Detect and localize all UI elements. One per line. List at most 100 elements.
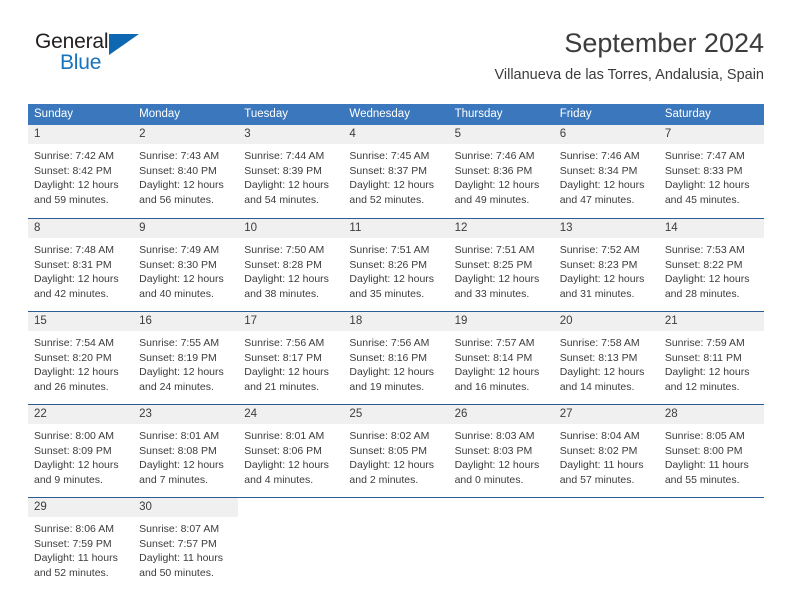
day-info: Sunrise: 7:46 AM Sunset: 8:34 PM Daylight:…: [554, 144, 659, 207]
day-cell[interactable]: 14 Sunrise: 7:53 AM Sunset: 8:22 PM Dayligh…: [658, 219, 764, 304]
day-info-line: Daylight: 12 hours: [664, 366, 750, 378]
day-info-line: Daylight: 12 hours: [349, 459, 435, 471]
day-info-line: Sunrise: 8:02 AM: [349, 430, 430, 442]
weekday-header-saturday: Saturday: [664, 108, 711, 120]
day-info: Sunrise: 7:50 AM Sunset: 8:28 PM Daylight:…: [238, 238, 343, 301]
day-number: 21: [664, 315, 678, 327]
day-cell[interactable]: 6 Sunrise: 7:46 AM Sunset: 8:34 PM Daylight…: [553, 125, 659, 211]
day-cell[interactable]: 11 Sunrise: 7:51 AM Sunset: 8:26 PM Dayligh…: [343, 219, 449, 304]
day-number-band: [449, 498, 554, 517]
day-number: 30: [139, 501, 152, 513]
general-blue-logo[interactable]: General Blue: [35, 30, 155, 80]
day-info-line: Sunrise: 7:56 AM: [349, 337, 430, 349]
day-number-band: [554, 498, 659, 517]
day-info-line: Daylight: 12 hours: [454, 459, 540, 471]
day-cell[interactable]: 29 Sunrise: 8:06 AM Sunset: 7:59 PM Dayligh…: [28, 498, 134, 583]
day-cell[interactable]: 13 Sunrise: 7:52 AM Sunset: 8:23 PM Dayligh…: [553, 219, 659, 304]
day-info-line: and 52 minutes.: [349, 193, 425, 206]
day-number: 10: [244, 222, 258, 234]
day-info-line: Sunrise: 8:04 AM: [559, 430, 640, 442]
day-cell[interactable]: 3 Sunrise: 7:44 AM Sunset: 8:39 PM Daylight…: [238, 125, 344, 211]
day-info-line: Daylight: 12 hours: [139, 179, 224, 191]
day-number: 17: [244, 315, 258, 327]
day-info: [238, 517, 343, 522]
day-info: [449, 517, 554, 522]
day-number-band: 22: [28, 405, 134, 424]
day-info-line: Daylight: 12 hours: [244, 459, 329, 471]
day-cell[interactable]: 18 Sunrise: 7:56 AM Sunset: 8:16 PM Dayligh…: [343, 312, 449, 397]
day-info-line: Sunset: 8:28 PM: [244, 258, 322, 271]
day-number-band: 13: [553, 219, 659, 238]
day-cell[interactable]: 30 Sunrise: 8:07 AM Sunset: 7:57 PM Dayligh…: [133, 498, 239, 583]
day-cell[interactable]: 19 Sunrise: 7:57 AM Sunset: 8:14 PM Dayligh…: [448, 312, 554, 397]
day-info: Sunrise: 7:51 AM Sunset: 8:25 PM Daylight:…: [449, 238, 554, 301]
day-number-band: 18: [343, 312, 449, 331]
day-info-line: Daylight: 12 hours: [34, 273, 119, 285]
day-cell[interactable]: 1 Sunrise: 7:42 AM Sunset: 8:42 PM Daylight…: [28, 125, 134, 211]
day-number-band: 21: [658, 312, 764, 331]
day-info-line: Sunset: 8:19 PM: [139, 351, 217, 364]
day-number-band: 7: [658, 125, 764, 144]
day-number: 11: [349, 222, 362, 234]
calendar-weeks: 1 Sunrise: 7:42 AM Sunset: 8:42 PM Daylight…: [28, 125, 764, 583]
day-info-line: Sunset: 8:42 PM: [34, 164, 112, 177]
day-number-band: 3: [238, 125, 344, 144]
day-info: [554, 517, 659, 522]
day-cell[interactable]: 8 Sunrise: 7:48 AM Sunset: 8:31 PM Daylight…: [28, 219, 134, 304]
day-cell[interactable]: 10 Sunrise: 7:50 AM Sunset: 8:28 PM Dayligh…: [238, 219, 344, 304]
day-cell[interactable]: 28 Sunrise: 8:05 AM Sunset: 8:00 PM Dayligh…: [658, 405, 764, 490]
day-info-line: Daylight: 12 hours: [139, 459, 224, 471]
day-number-band: 9: [133, 219, 239, 238]
day-number: 19: [454, 315, 468, 327]
day-number: 16: [139, 315, 152, 327]
day-info-line: Sunset: 8:23 PM: [559, 258, 638, 271]
day-cell[interactable]: 23 Sunrise: 8:01 AM Sunset: 8:08 PM Dayligh…: [133, 405, 239, 490]
day-info-line: and 50 minutes.: [139, 566, 214, 579]
day-info-line: Daylight: 12 hours: [139, 366, 224, 378]
day-info-line: Sunrise: 7:49 AM: [139, 244, 220, 256]
day-info-line: Sunset: 8:31 PM: [34, 258, 112, 271]
day-cell[interactable]: 20 Sunrise: 7:58 AM Sunset: 8:13 PM Dayligh…: [553, 312, 659, 397]
page-subtitle-location: Villanueva de las Torres, Andalusia, Spa…: [494, 67, 764, 83]
day-cell[interactable]: 15 Sunrise: 7:54 AM Sunset: 8:20 PM Dayligh…: [28, 312, 134, 397]
day-cell[interactable]: 25 Sunrise: 8:02 AM Sunset: 8:05 PM Dayligh…: [343, 405, 449, 490]
day-cell-empty: [659, 498, 764, 583]
calendar-grid: Sunday Monday Tuesday Wednesday Thursday Frid…: [28, 104, 764, 583]
day-number-band: 6: [553, 125, 659, 144]
day-cell[interactable]: 5 Sunrise: 7:46 AM Sunset: 8:36 PM Daylight…: [448, 125, 554, 211]
day-number-band: 11: [343, 219, 449, 238]
day-cell[interactable]: 21 Sunrise: 7:59 AM Sunset: 8:11 PM Dayligh…: [658, 312, 764, 397]
day-info-line: and 35 minutes.: [349, 287, 425, 300]
day-info: Sunrise: 8:07 AM Sunset: 7:57 PM Daylight:…: [133, 517, 238, 580]
day-cell[interactable]: 7 Sunrise: 7:47 AM Sunset: 8:33 PM Daylight…: [658, 125, 764, 211]
day-cell[interactable]: 9 Sunrise: 7:49 AM Sunset: 8:30 PM Daylight…: [133, 219, 239, 304]
day-number: 18: [349, 315, 363, 327]
day-cell[interactable]: 16 Sunrise: 7:55 AM Sunset: 8:19 PM Dayligh…: [133, 312, 239, 397]
day-info-line: Sunrise: 8:01 AM: [244, 430, 325, 442]
day-number: 14: [664, 222, 678, 234]
day-info: Sunrise: 7:56 AM Sunset: 8:16 PM Daylight:…: [343, 331, 448, 394]
day-cell[interactable]: 22 Sunrise: 8:00 AM Sunset: 8:09 PM Dayligh…: [28, 405, 134, 490]
day-info-line: Daylight: 12 hours: [349, 366, 435, 378]
day-cell[interactable]: 4 Sunrise: 7:45 AM Sunset: 8:37 PM Daylight…: [343, 125, 449, 211]
day-info-line: Sunrise: 7:55 AM: [139, 337, 220, 349]
day-number-band: [238, 498, 343, 517]
day-number-band: 19: [448, 312, 554, 331]
day-number-band: 2: [133, 125, 239, 144]
day-number: 26: [454, 408, 468, 420]
day-info-line: Sunset: 8:30 PM: [139, 258, 217, 271]
day-cell[interactable]: 27 Sunrise: 8:04 AM Sunset: 8:02 PM Dayligh…: [553, 405, 659, 490]
day-cell[interactable]: 24 Sunrise: 8:01 AM Sunset: 8:06 PM Dayligh…: [238, 405, 344, 490]
weekday-header-sunday: Sunday: [34, 108, 74, 120]
day-info: Sunrise: 8:03 AM Sunset: 8:03 PM Daylight:…: [449, 424, 554, 487]
day-info-line: and 31 minutes.: [559, 287, 635, 300]
day-cell[interactable]: 26 Sunrise: 8:03 AM Sunset: 8:03 PM Dayligh…: [448, 405, 554, 490]
day-cell[interactable]: 2 Sunrise: 7:43 AM Sunset: 8:40 PM Daylight…: [133, 125, 239, 211]
day-cell[interactable]: 12 Sunrise: 7:51 AM Sunset: 8:25 PM Dayligh…: [448, 219, 554, 304]
day-info: Sunrise: 8:02 AM Sunset: 8:05 PM Daylight:…: [343, 424, 448, 487]
day-info: Sunrise: 7:54 AM Sunset: 8:20 PM Daylight:…: [28, 331, 133, 394]
day-cell[interactable]: 17 Sunrise: 7:56 AM Sunset: 8:17 PM Dayligh…: [238, 312, 344, 397]
day-info: Sunrise: 7:57 AM Sunset: 8:14 PM Daylight:…: [449, 331, 554, 394]
day-info-line: and 40 minutes.: [139, 287, 214, 300]
day-info-line: Sunrise: 7:58 AM: [559, 337, 640, 349]
